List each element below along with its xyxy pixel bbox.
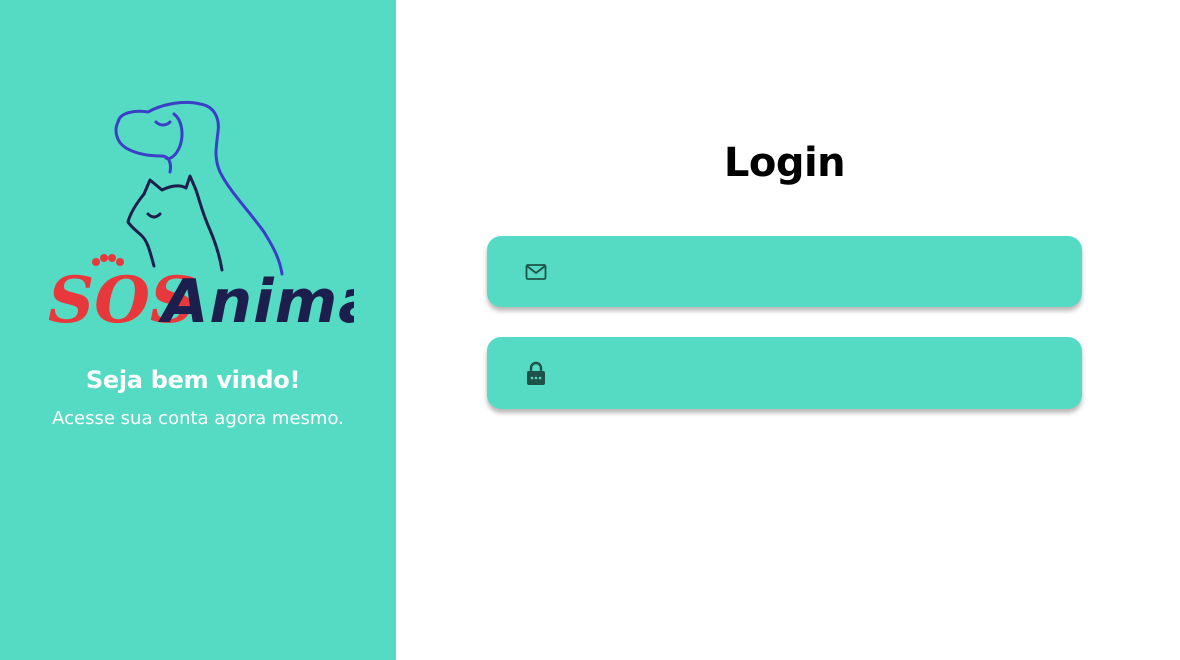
login-screen: SOS Animal Seja bem vindo! Acesse sua co… <box>0 0 1180 660</box>
welcome-panel: SOS Animal Seja bem vindo! Acesse sua co… <box>0 0 396 660</box>
password-field[interactable] <box>487 337 1082 409</box>
login-title: Login <box>723 140 846 186</box>
email-input[interactable] <box>563 236 1082 307</box>
lock-icon <box>523 360 549 386</box>
email-field[interactable] <box>487 236 1082 307</box>
welcome-subtitle: Acesse sua conta agora mesmo. <box>52 408 344 429</box>
cat-outline-icon <box>126 174 224 272</box>
password-input[interactable] <box>563 337 1082 409</box>
logo-animal-text: Animal <box>158 267 354 337</box>
mail-icon <box>523 259 549 285</box>
sos-animal-logo: SOS Animal <box>48 100 354 338</box>
welcome-title: Seja bem vindo! <box>85 366 301 394</box>
dog-outline-icon <box>114 100 284 276</box>
